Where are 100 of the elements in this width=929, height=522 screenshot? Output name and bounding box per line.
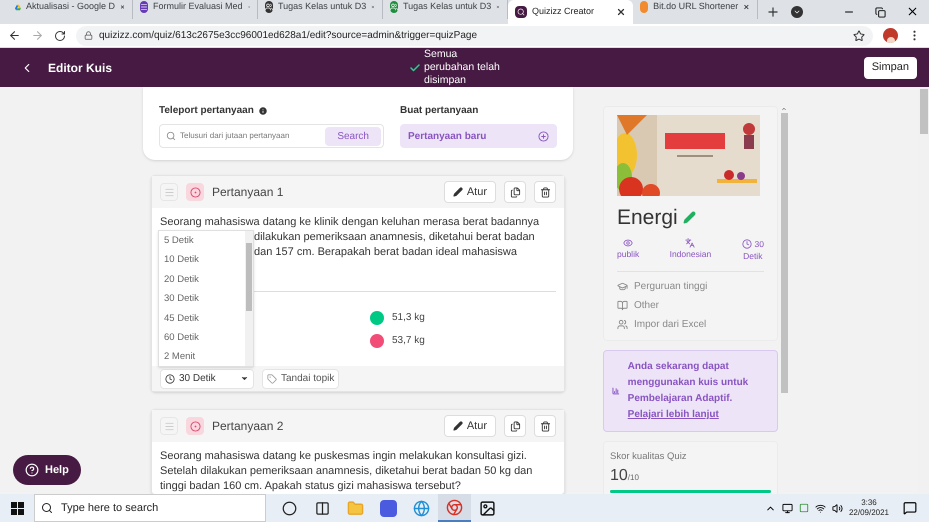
browser-tab[interactable]: Formulir Evaluasi Med [133, 0, 258, 19]
learn-more-link[interactable]: Pelajari lebih lanjut [628, 407, 719, 423]
pencil-icon[interactable] [682, 211, 696, 224]
tab-title: Bit.do URL Shortener [653, 0, 738, 14]
time-option[interactable]: 60 Detik [164, 328, 199, 348]
speaker-icon[interactable] [832, 502, 843, 514]
detail-text: Impor dari Excel [634, 318, 706, 332]
browser-icon [446, 498, 463, 516]
time-option[interactable]: 30 Detik [164, 289, 199, 309]
drag-handle-icon[interactable] [160, 183, 178, 201]
tab-title: Aktualisasi - Google D [26, 0, 116, 14]
question-title: Pertanyaan 1 [212, 184, 284, 201]
tag-icon [267, 374, 277, 384]
caret-icon [240, 374, 249, 383]
bookmark-star-icon[interactable] [853, 30, 865, 42]
tab-title: Tugas Kelas untuk D3 [403, 0, 492, 14]
meta-text: Indonesian [670, 248, 712, 260]
section-label: Buat pertanyaan [400, 104, 480, 118]
check-icon [409, 62, 421, 74]
plus-circle-icon [538, 130, 549, 142]
graduation-cap-icon [617, 281, 628, 292]
page-title: Editor Kuis [48, 60, 114, 76]
delete-button[interactable] [534, 181, 556, 203]
new-question-button[interactable]: Pertanyaan baru [400, 124, 557, 148]
taskbar-search-field[interactable]: Type here to search [34, 494, 266, 522]
score-label: Skor kualitas Quiz [610, 450, 688, 464]
info-icon[interactable] [258, 106, 268, 116]
clock-date: 22/09/2021 [848, 508, 889, 518]
scroll-up-icon[interactable] [781, 106, 787, 112]
notification-icon[interactable] [903, 501, 917, 515]
copy-icon [510, 186, 520, 198]
scrollbar[interactable] [245, 231, 253, 366]
save-button[interactable]: Simpan [864, 56, 917, 78]
delete-button[interactable] [534, 415, 556, 437]
save-status: Semua perubahan telah disimpan [424, 48, 501, 87]
new-tab-icon[interactable] [766, 5, 780, 19]
trash-icon [540, 420, 550, 432]
time-option[interactable]: 2 Menit [164, 347, 196, 366]
meta-text: 30 [754, 238, 764, 250]
browser-tab[interactable]: Quizizz Creator [508, 0, 633, 24]
tag-topic-button[interactable]: Tandai topik [262, 368, 340, 388]
close-icon[interactable] [743, 2, 750, 12]
score-value: 10 [610, 466, 628, 486]
browser-tab[interactable]: Aktualisasi - Google D [8, 0, 133, 19]
time-option[interactable]: 45 Detik [164, 308, 199, 328]
close-icon[interactable] [906, 5, 919, 18]
question-text: tinggi badan 160 cm. Apakah status gizi mahasiswa tersebut? [160, 479, 461, 494]
section-label: Teleport pertanyaan [159, 104, 254, 118]
monitor-icon[interactable] [782, 502, 793, 514]
reload-icon[interactable] [54, 30, 66, 42]
question-type-icon [186, 183, 204, 201]
book-icon [617, 300, 628, 311]
avatar-icon[interactable] [883, 28, 898, 43]
lock-icon [84, 31, 93, 40]
browser-tab[interactable]: Tugas Kelas untuk D3 [258, 0, 383, 19]
detail-text: Other [634, 299, 660, 313]
folder-icon [347, 500, 364, 516]
question-text: dan 157 cm. Berapakah berat badan ideal mahasiswa [254, 245, 517, 260]
tab-title: Quizizz Creator [532, 5, 596, 18]
browser-tab[interactable]: Bit.do URL Shortener [633, 0, 758, 19]
question-type-icon [186, 417, 204, 435]
import-icon [617, 319, 628, 330]
detail-text: Perguruan tinggi [634, 280, 708, 294]
restore-icon[interactable] [875, 7, 886, 18]
quiz-title: Energi [617, 205, 678, 231]
answer-text: 51,3 kg [392, 311, 425, 325]
tab-title: Formulir Evaluasi Med [153, 0, 243, 14]
task-view-icon [315, 500, 330, 516]
time-option[interactable]: 20 Detik [164, 270, 199, 290]
edit-button[interactable]: Atur [444, 181, 496, 203]
globe-icon [413, 500, 430, 516]
form-icon [140, 1, 148, 13]
quiz-icon [515, 6, 527, 18]
pencil-icon [452, 187, 463, 197]
duplicate-button[interactable] [504, 181, 526, 203]
back-icon[interactable] [8, 29, 21, 42]
tab-title: Tugas Kelas untuk D3 [278, 0, 366, 14]
clock-icon [742, 238, 752, 249]
search-field[interactable]: Telusuri dari jutaan pertanyaan Search [159, 124, 384, 148]
wifi-icon[interactable] [814, 502, 826, 514]
help-button[interactable]: Help [13, 455, 81, 485]
duplicate-button[interactable] [504, 415, 526, 437]
edit-button[interactable]: Atur [444, 415, 496, 437]
question-text: dilakukan pemeriksaan anamnesis, diketahui berat badan [254, 230, 535, 245]
drag-handle-icon[interactable] [160, 417, 178, 435]
search-icon [41, 502, 53, 514]
time-option[interactable]: 10 Detik [164, 250, 199, 270]
time-option[interactable]: 5 Detik [164, 231, 194, 250]
close-icon[interactable] [616, 7, 626, 17]
address-field[interactable]: quizizz.com/quiz/613c2675e3cc96001ed628a1/edit?source=admin&trigger=quizPage [76, 26, 873, 46]
eye-icon [623, 238, 634, 248]
score-max: /10 [628, 472, 639, 484]
time-select[interactable]: 30 Detik [160, 368, 254, 388]
tab-search-icon[interactable] [791, 6, 803, 18]
language-icon [685, 238, 696, 248]
search-button[interactable]: Search [325, 126, 381, 146]
question-text: Seorang mahasiswa datang ke puskesmas ingin melakukan konsultasi gizi. [160, 449, 527, 464]
app-icon [380, 500, 397, 516]
search-icon [166, 131, 176, 141]
clock-time: 3:36 [861, 498, 877, 508]
